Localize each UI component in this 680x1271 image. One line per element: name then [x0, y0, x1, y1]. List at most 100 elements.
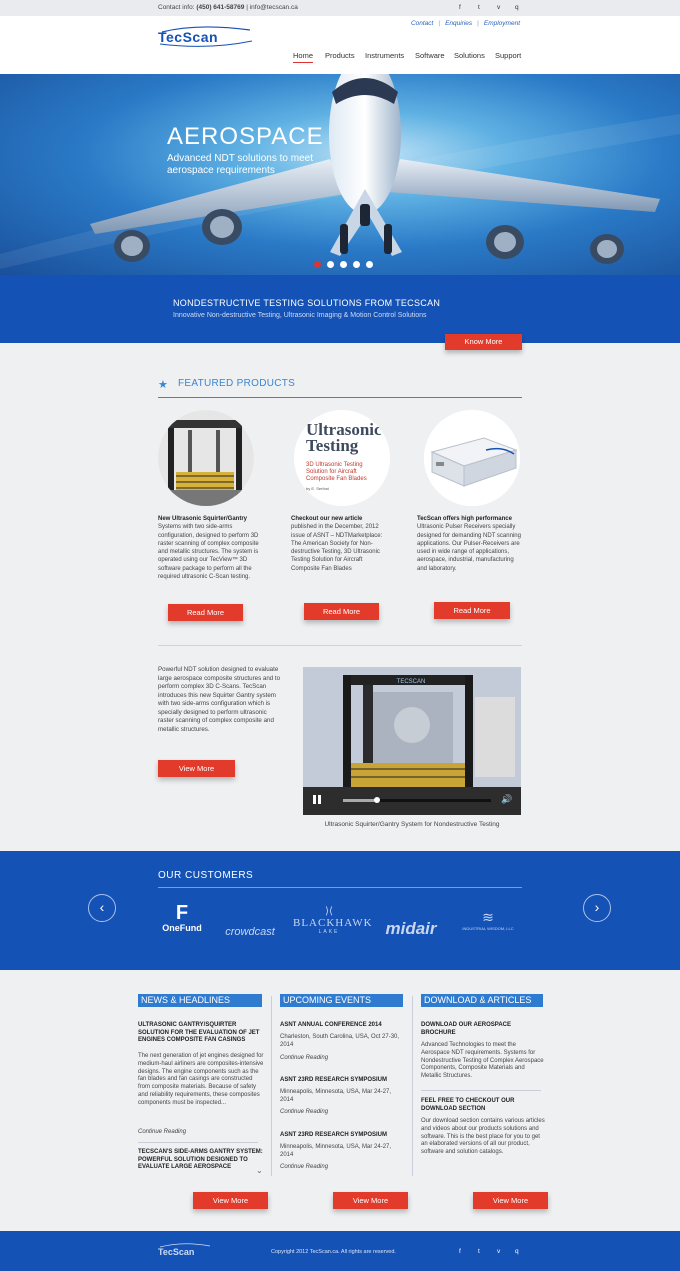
gantry-product-image[interactable] [158, 410, 254, 506]
nav-software[interactable]: Software [415, 51, 445, 60]
pause-icon[interactable] [313, 795, 316, 804]
nav-home[interactable]: Home [293, 51, 314, 63]
contact-email[interactable]: | info@tecscan.ca [246, 4, 298, 11]
site-footer: TecScan Copyright 2012 TecScan.ca. All r… [0, 1231, 680, 1271]
footer-search-icon[interactable]: q [515, 1248, 519, 1255]
carousel-prev-button[interactable]: ‹ [88, 894, 116, 922]
event-2-text: Minneapolis, Minnesota, USA, Mar 24-27, … [280, 1089, 392, 1103]
slide-dot-2[interactable] [327, 261, 334, 268]
search-icon[interactable]: q [515, 4, 519, 11]
volume-icon[interactable]: 🔊 [501, 794, 512, 805]
onefund-logo[interactable]: F OneFund [158, 903, 206, 933]
onefund-text: OneFund [162, 923, 202, 933]
news-item-1-title[interactable]: ULTRASONIC GANTRY/SQUIRTER SOLUTION FOR … [138, 1022, 266, 1045]
enquiries-link[interactable]: Enquiries [445, 20, 472, 27]
facebook-icon[interactable]: f [459, 4, 461, 11]
featured-divider [158, 397, 522, 398]
video-controls: 🔊 [303, 787, 521, 815]
slide-dot-5[interactable] [366, 261, 373, 268]
product-2-text: Checkout our new article published in th… [291, 515, 391, 573]
footer-twitter-icon[interactable]: t [478, 1248, 480, 1255]
article-product-image[interactable]: Ultrasonic Testing 3D Ultrasonic Testing… [294, 410, 390, 506]
video-frame: TECSCAN [303, 667, 521, 787]
news-item-1-text: The next generation of jet engines desig… [138, 1053, 264, 1106]
read-more-button-3[interactable]: Read More [434, 602, 510, 619]
event-3-link[interactable]: Continue Reading [280, 1164, 328, 1170]
event-1-title[interactable]: ASNT ANNUAL CONFERENCE 2014 [280, 1022, 406, 1030]
footer-logo-text: TecScan [158, 1247, 194, 1257]
video-progress-fill [343, 799, 378, 802]
video-progress-knob[interactable] [374, 797, 381, 803]
contact-label: Contact info: [158, 4, 195, 11]
logo-text: TecScan [158, 29, 218, 45]
slide-dot-3[interactable] [340, 261, 347, 268]
slider-dots [314, 261, 379, 270]
view-more-button[interactable]: View More [158, 760, 235, 777]
customers-heading: OUR CUSTOMERS [158, 870, 254, 881]
top-bar: Contact info: (450) 641-58769 | info@tec… [0, 0, 680, 16]
blackhawk-subtext: LAKE [318, 929, 340, 935]
vimeo-icon[interactable]: v [497, 4, 500, 11]
product-1-title: New Ultrasonic Squirter/Gantry [158, 516, 248, 522]
intro-strip: NONDESTRUCTIVE TESTING SOLUTIONS FROM TE… [0, 275, 680, 343]
customers-section: OUR CUSTOMERS ‹ › F OneFund crowdcast ⟩⟨… [0, 851, 680, 970]
event-3-title[interactable]: ASNT 23RD RESEARCH SYMPOSIUM [280, 1132, 406, 1140]
download-1-title[interactable]: DOWNLOAD OUR AEROSPACE BROCHURE [421, 1022, 531, 1037]
read-more-button-1[interactable]: Read More [168, 604, 243, 621]
article-image-title: Ultrasonic Testing [306, 420, 382, 455]
copyright: Copyright 2012 TecScan.ca. All rights ar… [271, 1249, 396, 1255]
column-separator [412, 996, 413, 1176]
download-1-text: Advanced Technologies to meet the Aerosp… [421, 1042, 544, 1080]
events-view-more-button[interactable]: View More [333, 1192, 408, 1209]
blackhawk-logo[interactable]: ⟩⟨ BLACKHAWK LAKE [293, 906, 372, 935]
footer-facebook-icon[interactable]: f [459, 1248, 461, 1255]
video-caption: Ultrasonic Squirter/Gantry System for No… [324, 821, 500, 828]
footer-vimeo-icon[interactable]: v [497, 1248, 500, 1255]
twitter-icon[interactable]: t [478, 4, 480, 11]
know-more-button[interactable]: Know More [445, 334, 522, 350]
slide-dot-4[interactable] [353, 261, 360, 268]
employment-link[interactable]: Employment [484, 20, 520, 27]
downloads-heading: DOWNLOAD & ARTICLES [421, 994, 543, 1007]
slide-dot-1[interactable] [314, 261, 321, 268]
nav-support[interactable]: Support [495, 51, 521, 60]
nav-instruments[interactable]: Instruments [365, 51, 404, 60]
downloads-view-more-button[interactable]: View More [473, 1192, 548, 1209]
video-player[interactable]: TECSCAN 🔊 [303, 667, 521, 815]
news-item-1-link[interactable]: Continue Reading [138, 1129, 186, 1135]
news-heading: NEWS & HEADLINES [138, 994, 262, 1007]
tecscan-logo[interactable]: TecScan [158, 26, 254, 48]
event-2-link[interactable]: Continue Reading [280, 1109, 328, 1115]
column-separator [271, 996, 272, 1176]
download-2-text: Our download section contains various ar… [421, 1118, 545, 1156]
footer-logo[interactable]: TecScan [158, 1243, 212, 1259]
blackhawk-wings-icon: ⟩⟨ [325, 906, 333, 917]
contact-phone: (450) 641-58769 [196, 4, 245, 11]
read-more-button-2[interactable]: Read More [304, 603, 379, 620]
product-2-description: published in the December, 2012 issue of… [291, 524, 383, 572]
featured-heading: FEATURED PRODUCTS [178, 378, 296, 389]
product-3-title: TecScan offers high performance [417, 516, 512, 522]
download-2-title[interactable]: FEEL FREE TO CHECKOUT OUR DOWNLOAD SECTI… [421, 1098, 539, 1113]
news-item-2-title[interactable]: TECSCAN'S SIDE-ARMS GANTRY SYSTEM: POWER… [138, 1149, 266, 1172]
nav-solutions[interactable]: Solutions [454, 51, 485, 60]
pulser-product-image[interactable] [424, 410, 520, 506]
nav-products[interactable]: Products [325, 51, 355, 60]
industrial-wisdom-logo[interactable]: ≋ INDUSTRIAL WISDOM, LLC [455, 909, 521, 931]
chevron-down-icon[interactable]: ⌄ [256, 1166, 263, 1175]
event-1-link[interactable]: Continue Reading [280, 1055, 328, 1061]
hero-title: AEROSPACE [167, 123, 324, 150]
onefund-mark-icon: F [175, 902, 189, 924]
event-1-text: Charleston, South Carolina, USA, Oct 27-… [280, 1034, 400, 1048]
carousel-next-button[interactable]: › [583, 894, 611, 922]
crowdcast-logo[interactable]: crowdcast [220, 926, 280, 938]
product-3-text: TecScan offers high performance Ultrason… [417, 515, 525, 573]
star-icon: ★ [158, 379, 168, 391]
event-2-title[interactable]: ASNT 23RD RESEARCH SYMPOSIUM [280, 1077, 406, 1085]
video-logo-text: TECSCAN [397, 679, 426, 685]
news-view-more-button[interactable]: View More [193, 1192, 268, 1209]
midair-logo[interactable]: midair [376, 919, 446, 939]
contact-link[interactable]: Contact [411, 20, 433, 27]
news-divider [138, 1142, 258, 1143]
industrial-wisdom-mark-icon: ≋ [482, 909, 494, 925]
